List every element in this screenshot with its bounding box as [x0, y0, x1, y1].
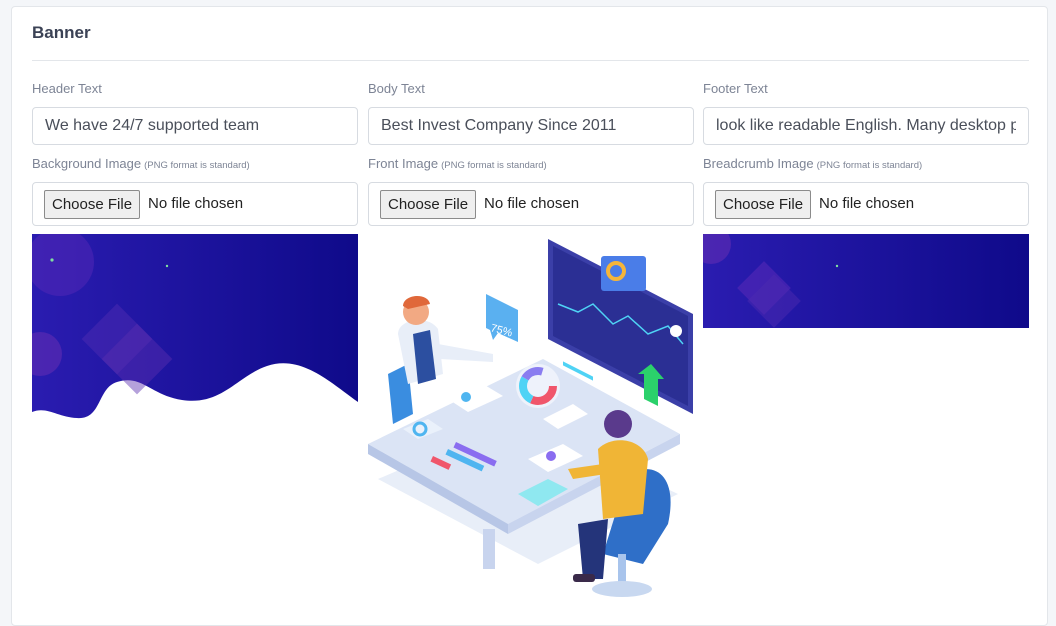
background-choose-file-button[interactable]: Choose File: [44, 190, 141, 219]
background-image-file-input[interactable]: Choose File No file chosen: [32, 182, 358, 226]
front-image-file-input[interactable]: Choose File No file chosen: [368, 182, 694, 226]
front-choose-file-button[interactable]: Choose File: [380, 190, 477, 219]
banner-card: Banner Header Text Background Image(PNG …: [11, 6, 1048, 626]
header-text-label: Header Text: [32, 81, 102, 96]
title-divider: [32, 60, 1029, 61]
background-image-preview: [32, 234, 358, 419]
front-image-hint: (PNG format is standard): [441, 160, 547, 171]
breadcrumb-image-file-input[interactable]: Choose File No file chosen: [703, 182, 1029, 226]
breadcrumb-image-label: Breadcrumb Image (PNG format is standard): [703, 156, 922, 171]
background-image-hint: (PNG format is standard): [144, 160, 250, 171]
breadcrumb-file-status: No file chosen: [819, 195, 915, 212]
breadcrumb-image-label-text: Breadcrumb Image: [703, 156, 814, 171]
background-image-label-text: Background Image: [32, 156, 142, 171]
body-text-label: Body Text: [368, 81, 425, 96]
body-text-input[interactable]: [368, 107, 694, 145]
footer-text-input[interactable]: [703, 107, 1029, 145]
front-image-label-text: Front Image: [368, 156, 439, 171]
background-file-status: No file chosen: [148, 195, 244, 212]
card-title: Banner: [32, 23, 91, 42]
front-image-preview: 75%: [368, 239, 693, 597]
breadcrumb-image-preview: [703, 234, 1029, 328]
front-image-label: Front Image (PNG format is standard): [368, 156, 547, 171]
breadcrumb-image-hint: (PNG format is standard): [816, 160, 923, 171]
front-file-status: No file chosen: [484, 195, 580, 212]
footer-text-label: Footer Text: [703, 81, 768, 96]
breadcrumb-choose-file-button[interactable]: Choose File: [715, 190, 812, 219]
header-text-input[interactable]: [32, 107, 358, 145]
background-image-label: Background Image (PNG format is standard): [32, 156, 250, 171]
